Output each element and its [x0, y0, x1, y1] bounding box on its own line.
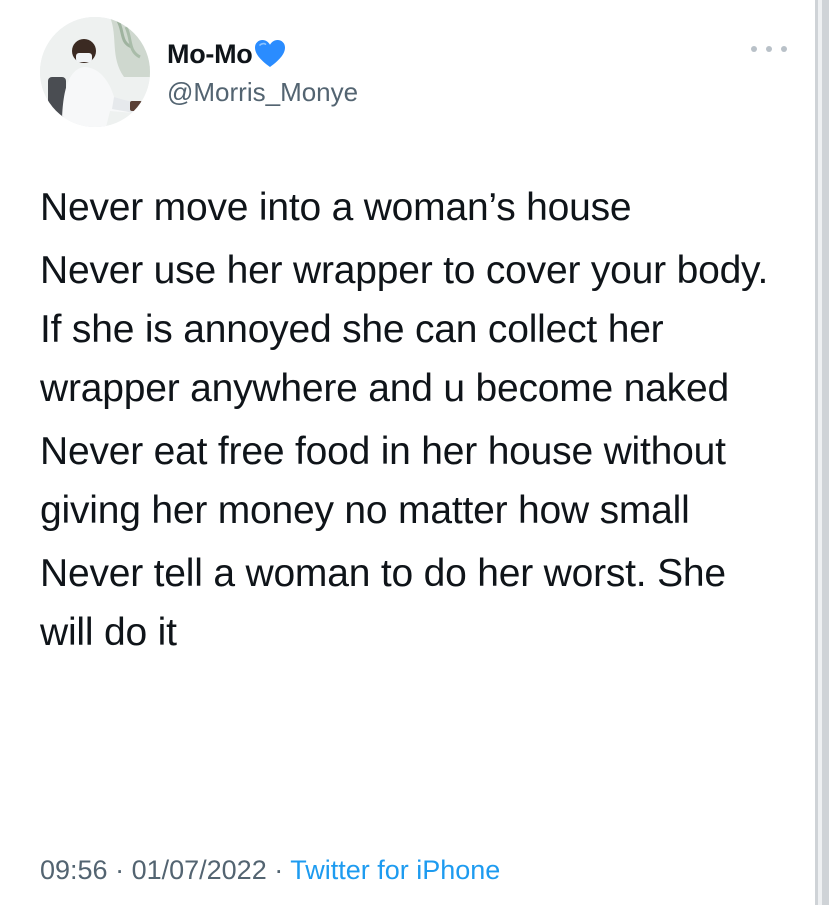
tweet-card: Mo-Mo @Morris_Monye Never move into a wo…	[0, 0, 815, 905]
blue-heart-icon	[254, 39, 286, 69]
user-handle[interactable]: @Morris_Monye	[167, 77, 358, 108]
avatar[interactable]	[40, 17, 150, 127]
meta-separator: ·	[107, 855, 132, 885]
avatar-image	[40, 17, 150, 127]
tweet-source-link[interactable]: Twitter for iPhone	[290, 855, 500, 885]
tweet-paragraph: Never tell a woman to do her worst. She …	[40, 552, 726, 654]
more-dot	[751, 46, 757, 52]
tweet-paragraph: Never move into a woman’s house	[40, 186, 632, 229]
tweet-text: Never move into a woman’s house Never us…	[40, 178, 780, 666]
more-horizontal-icon[interactable]	[751, 42, 787, 56]
more-dot	[766, 46, 772, 52]
tweet-time[interactable]: 09:56	[40, 855, 108, 885]
display-name-row[interactable]: Mo-Mo	[167, 34, 286, 74]
more-dot	[781, 46, 787, 52]
window-edge	[815, 0, 829, 905]
tweet-date[interactable]: 01/07/2022	[132, 855, 267, 885]
tweet-paragraph: Never use her wrapper to cover your body…	[40, 249, 769, 410]
window-edge-highlight	[818, 0, 822, 905]
tweet-paragraph: Never eat free food in her house without…	[40, 430, 726, 532]
tweet-metadata: 09:56 · 01/07/2022 · Twitter for iPhone	[40, 855, 500, 886]
display-name[interactable]: Mo-Mo	[167, 39, 253, 70]
meta-separator: ·	[266, 855, 291, 885]
